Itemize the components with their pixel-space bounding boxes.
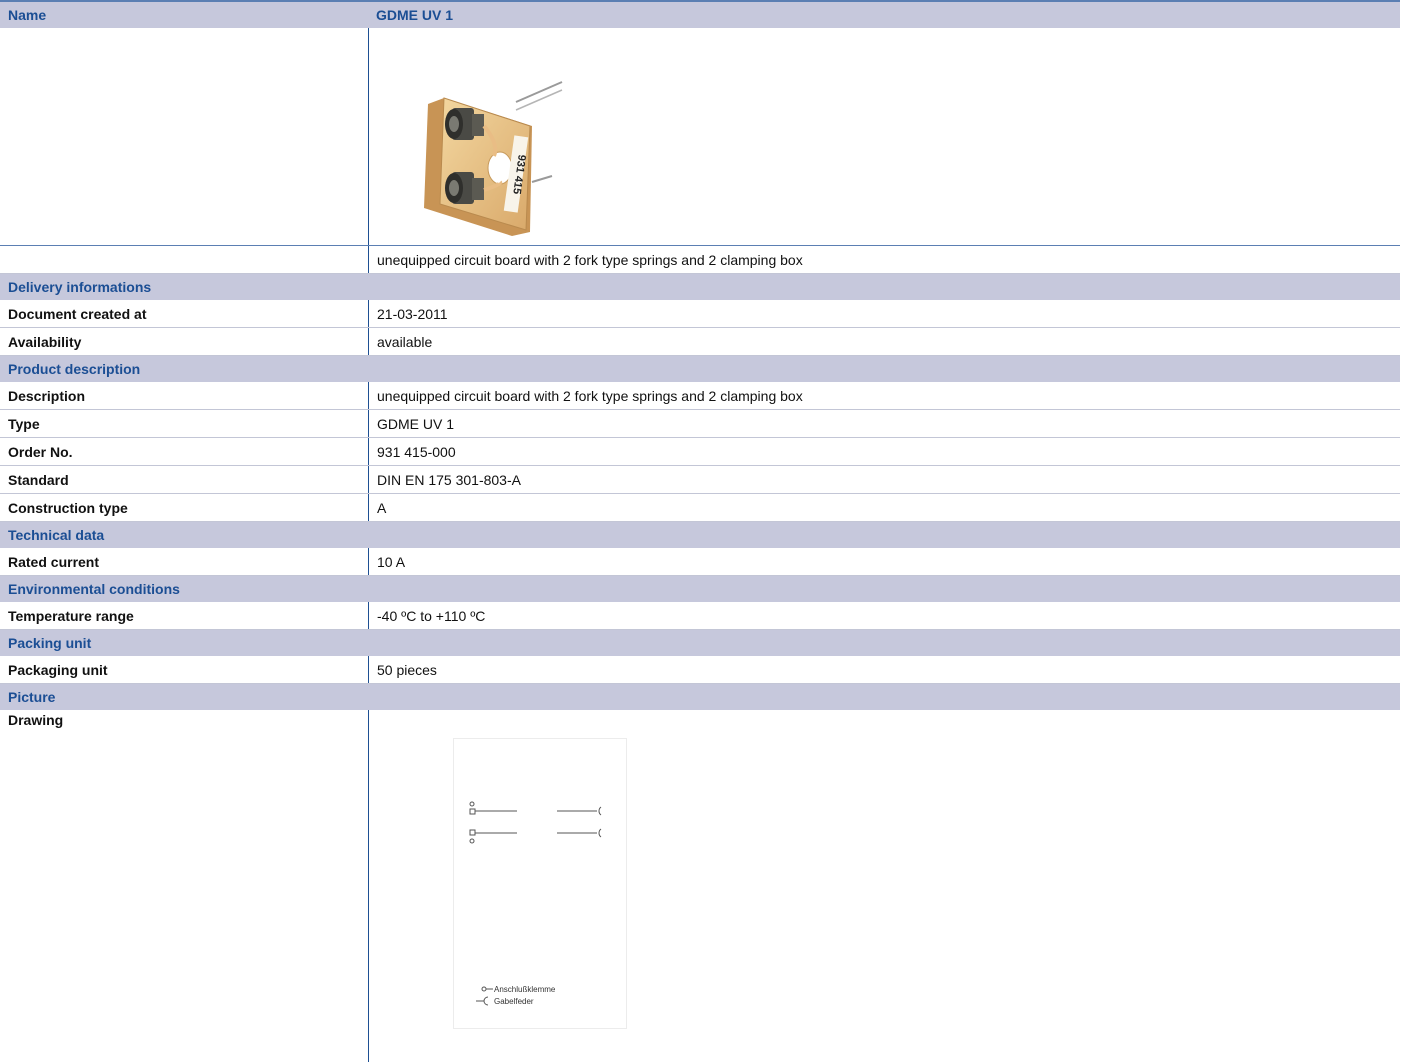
field-label: Standard: [8, 471, 69, 488]
section-packing: Packing unit: [0, 630, 1400, 656]
caption-row: unequipped circuit board with 2 fork typ…: [0, 246, 1400, 274]
field-label: Order No.: [8, 443, 73, 460]
field-value: 10 A: [368, 548, 1400, 575]
section-title: Environmental conditions: [8, 581, 180, 597]
name-value: GDME UV 1: [376, 7, 454, 23]
field-value: 21-03-2011: [368, 300, 1400, 327]
section-environment: Environmental conditions: [0, 576, 1400, 602]
field-value: 50 pieces: [368, 656, 1400, 683]
field-value: 931 415-000: [368, 438, 1400, 465]
field-value: A: [368, 494, 1400, 521]
field-value: unequipped circuit board with 2 fork typ…: [368, 382, 1400, 409]
section-title: Product description: [8, 361, 141, 377]
field-value: available: [368, 328, 1400, 355]
field-row: Description unequipped circuit board wit…: [0, 382, 1400, 410]
drawing-row: Drawing Anschlußklemme Gabelfeder: [0, 710, 1400, 1062]
field-row: Availability available: [0, 328, 1400, 356]
field-label: Description: [8, 387, 86, 404]
section-title: Picture: [8, 689, 56, 705]
product-photo: 931 415: [424, 81, 563, 236]
field-row: Document created at 21-03-2011: [0, 300, 1400, 328]
technical-drawing: Anschlußklemme Gabelfeder: [453, 738, 627, 1029]
field-label: Packaging unit: [8, 661, 108, 678]
field-value: DIN EN 175 301-803-A: [368, 466, 1400, 493]
name-header-row: Name GDME UV 1: [0, 0, 1400, 28]
field-value: GDME UV 1: [368, 410, 1400, 437]
field-label: Availability: [8, 333, 82, 350]
field-label: Rated current: [8, 553, 100, 570]
field-row: Rated current 10 A: [0, 548, 1400, 576]
field-row: Construction type A: [0, 494, 1400, 522]
drawing-label: Drawing: [8, 712, 64, 728]
field-label: Type: [8, 415, 40, 432]
field-label: Temperature range: [8, 607, 134, 624]
section-title: Technical data: [8, 527, 105, 543]
drawing-svg: Anschlußklemme Gabelfeder: [469, 801, 602, 1006]
datasheet: Name GDME UV 1 931 415 unequipped circui…: [0, 0, 1400, 1062]
field-label: Document created at: [8, 305, 147, 322]
section-picture: Picture: [0, 684, 1400, 710]
legend-terminal-label: Anschlußklemme: [494, 985, 556, 994]
section-technical: Technical data: [0, 522, 1400, 548]
field-value: -40 ºC to +110 ºC: [368, 602, 1400, 629]
field-row: Standard DIN EN 175 301-803-A: [0, 466, 1400, 494]
section-delivery: Delivery informations: [0, 274, 1400, 300]
field-row: Order No. 931 415-000: [0, 438, 1400, 466]
field-row: Packaging unit 50 pieces: [0, 656, 1400, 684]
name-label: Name: [8, 7, 47, 23]
legend-fork-spring-label: Gabelfeder: [494, 997, 534, 1006]
product-image-row: 931 415: [0, 28, 1400, 246]
section-title: Delivery informations: [8, 279, 152, 295]
field-row: Temperature range -40 ºC to +110 ºC: [0, 602, 1400, 630]
field-row: Type GDME UV 1: [0, 410, 1400, 438]
field-label: Construction type: [8, 499, 128, 516]
caption-text: unequipped circuit board with 2 fork typ…: [368, 246, 1400, 273]
section-product: Product description: [0, 356, 1400, 382]
section-title: Packing unit: [8, 635, 92, 651]
